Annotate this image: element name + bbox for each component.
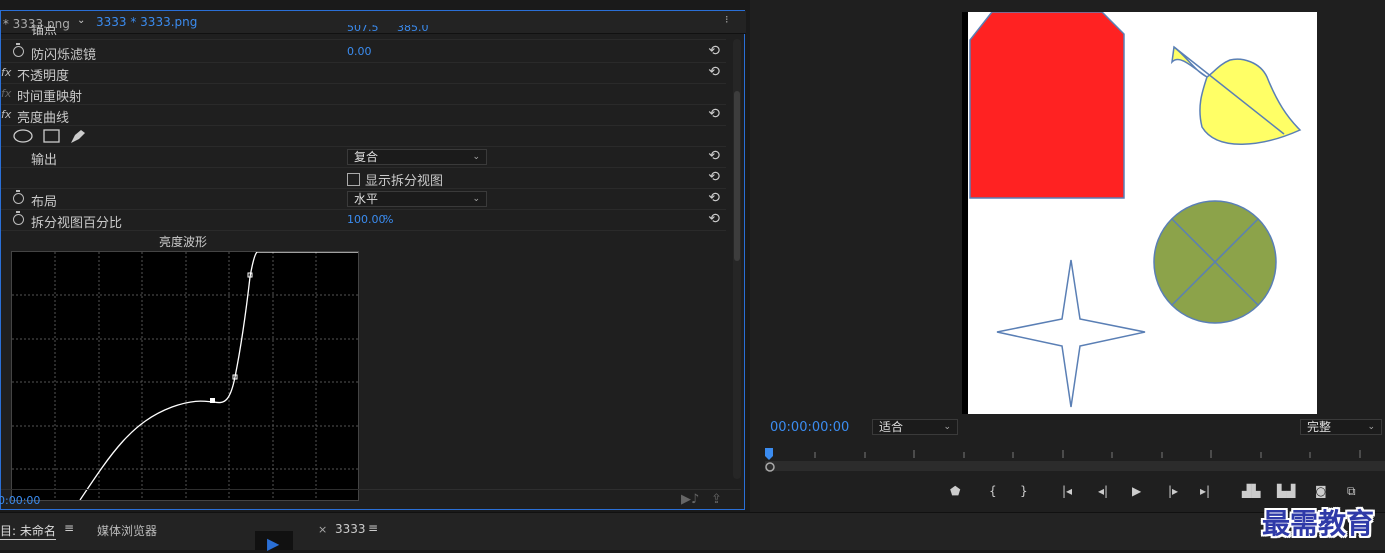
mask-tools-row	[1, 126, 726, 147]
layout-label: 布局	[31, 195, 58, 210]
chevron-down-icon: ⌄	[943, 422, 951, 432]
mark-in-icon[interactable]: {	[989, 484, 997, 498]
split-view-checkbox[interactable]	[347, 173, 360, 186]
anchor-x-value[interactable]: 507.5	[347, 25, 379, 34]
program-ruler[interactable]	[765, 446, 1385, 476]
go-to-out-icon[interactable]: ▸|	[1200, 484, 1210, 498]
split-percent-row: 拆分视图百分比 100.00 % ⟲	[1, 210, 726, 231]
lumacurve-label: 亮度曲线	[17, 111, 70, 126]
fx-icon[interactable]: fx	[1, 108, 11, 121]
frame-content	[969, 11, 1302, 408]
sequence-tab[interactable]: 3333	[335, 522, 366, 536]
close-icon[interactable]: ×	[318, 523, 327, 536]
output-label: 输出	[31, 153, 58, 168]
play-audio-icon[interactable]: ▶♪	[681, 492, 699, 507]
reset-icon[interactable]: ⟲	[708, 64, 720, 80]
chevron-down-icon: ⌄	[1367, 422, 1375, 432]
playhead-icon[interactable]	[765, 448, 773, 460]
split-percent-label: 拆分视图百分比	[31, 216, 123, 231]
step-forward-icon[interactable]: |▸	[1168, 484, 1178, 498]
extract-icon[interactable]: ▙▟	[1277, 484, 1295, 498]
fx-icon[interactable]: fx	[1, 66, 11, 79]
reset-icon[interactable]: ⟲	[708, 211, 720, 227]
split-percent-unit: %	[383, 213, 394, 226]
mark-out-icon[interactable]: }	[1020, 484, 1028, 498]
go-to-in-icon[interactable]: |◂	[1062, 484, 1072, 498]
split-percent-value[interactable]: 100.00	[347, 213, 386, 226]
reset-icon[interactable]: ⟲	[708, 169, 720, 185]
effect-timecode[interactable]: 00:00:00	[0, 494, 40, 507]
output-row: 输出 复合 ⌄ ⟲	[1, 147, 726, 168]
ruler-svg[interactable]	[765, 446, 1385, 476]
stopwatch-icon[interactable]	[13, 211, 24, 225]
quality-value: 完整	[1307, 420, 1332, 434]
antiflicker-row: 防闪烁滤镜 0.00 ⟲	[1, 42, 726, 63]
stopwatch-icon[interactable]	[13, 190, 24, 204]
chevron-down-icon: ⌄	[472, 194, 480, 204]
effect-controls-panel: 源 * 3333.png ⌄ 3333 * 3333.png ⁝ 锚点 507.…	[0, 10, 746, 510]
program-timecode[interactable]: 00:00:00:00	[770, 420, 849, 435]
add-marker-icon[interactable]: ⬟	[950, 484, 960, 498]
layout-row: 布局 水平 ⌄ ⟲	[1, 189, 726, 210]
program-frame	[962, 11, 1317, 414]
hamburger-menu-icon[interactable]: ≡	[368, 521, 378, 535]
chevron-down-icon: ⌄	[472, 152, 480, 162]
hamburger-menu-icon[interactable]: ≡	[64, 521, 74, 535]
bottom-panel-bar: 项目: 未命名 ≡ 媒体浏览器 ▶ × 3333 ≡	[0, 512, 1385, 553]
stopwatch-icon[interactable]	[13, 43, 24, 57]
rectangle-mask-icon[interactable]	[43, 129, 60, 143]
reset-icon[interactable]: ⟲	[708, 106, 720, 122]
output-dropdown[interactable]: 复合 ⌄	[347, 149, 487, 165]
watermark-logo: 最需教育	[1262, 507, 1375, 540]
mask-tools	[13, 129, 85, 143]
waveform-title: 亮度波形	[159, 235, 208, 249]
quality-dropdown[interactable]: 完整 ⌄	[1300, 419, 1382, 435]
curve-grid	[12, 252, 358, 500]
pen-mask-icon[interactable]	[71, 130, 85, 143]
fit-dropdown[interactable]: 适合 ⌄	[872, 419, 958, 435]
output-value: 复合	[354, 150, 379, 164]
antiflicker-value[interactable]: 0.00	[347, 45, 372, 58]
opacity-label: 不透明度	[17, 69, 70, 84]
camera-icon[interactable]: ◙	[1315, 484, 1327, 498]
project-tab[interactable]: 项目: 未命名	[0, 522, 56, 540]
media-browser-tab[interactable]: 媒体浏览器	[97, 522, 157, 539]
anchor-y-value[interactable]: 385.0	[397, 25, 429, 34]
star-shape	[996, 259, 1146, 408]
split-view-row: 显示拆分视图 ⟲	[1, 168, 726, 189]
frame-edge	[962, 12, 968, 414]
reset-icon[interactable]: ⟲	[708, 190, 720, 206]
fit-value: 适合	[879, 420, 904, 434]
curve-control-point[interactable]	[210, 398, 215, 403]
red-shape	[969, 11, 1125, 199]
split-view-label: 显示拆分视图	[365, 174, 444, 189]
timeremap-label: 时间重映射	[17, 90, 83, 105]
antiflicker-label: 防闪烁滤镜	[31, 48, 97, 63]
reset-icon[interactable]: ⟲	[708, 148, 720, 164]
export-icon[interactable]: ⇪	[711, 492, 722, 507]
tool-panel: ▶	[255, 531, 293, 553]
opacity-row[interactable]: fx 不透明度 ⟲	[1, 63, 726, 84]
layout-value: 水平	[354, 192, 379, 206]
lift-icon[interactable]: ▟▙	[1242, 484, 1260, 498]
play-icon[interactable]: ▶	[1132, 484, 1141, 498]
reset-icon[interactable]: ⟲	[708, 43, 720, 59]
timeremap-row[interactable]: fx 时间重映射	[1, 84, 726, 105]
effect-scrollbar-thumb[interactable]	[734, 91, 740, 261]
step-back-icon[interactable]: ◂|	[1098, 484, 1108, 498]
luma-curve-svg[interactable]	[12, 251, 358, 501]
lumacurve-row[interactable]: fx 亮度曲线 ⟲	[1, 105, 726, 126]
selection-tool-icon[interactable]: ▶	[267, 534, 279, 553]
layout-dropdown[interactable]: 水平 ⌄	[347, 191, 487, 207]
ellipse-mask-icon[interactable]	[13, 129, 33, 143]
anchor-label: 锚点	[31, 25, 58, 38]
compare-view-icon[interactable]: ⧉	[1347, 484, 1356, 499]
zoom-bar[interactable]	[765, 461, 1385, 471]
effect-footer: 00:00:00 ▶♪ ⇪	[0, 489, 741, 510]
luma-curve-graph[interactable]	[11, 251, 359, 501]
anchor-row: 锚点 507.5 385.0	[1, 25, 726, 40]
fx-icon: fx	[1, 87, 12, 100]
